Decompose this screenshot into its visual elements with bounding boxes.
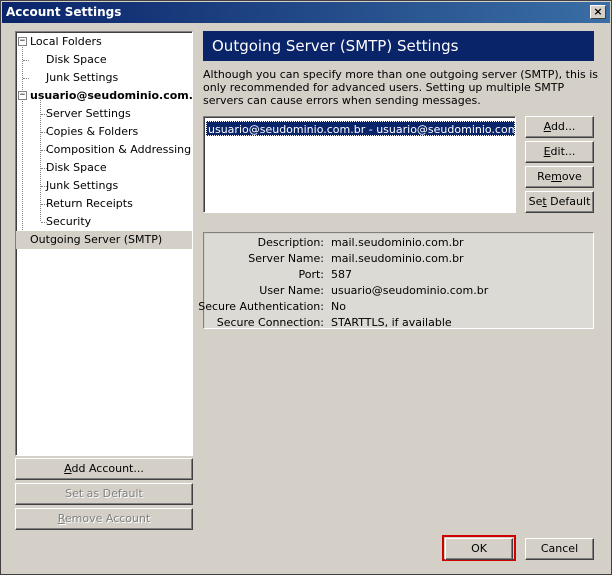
detail-row-description: Description: mail.seudominio.com.br: [205, 235, 594, 251]
cancel-button[interactable]: Cancel: [525, 538, 594, 560]
tree-item-local-folders[interactable]: − Local Folders: [16, 33, 192, 51]
collapse-icon[interactable]: −: [18, 37, 27, 46]
detail-row-secure-auth: Secure Authentication: No: [198, 299, 594, 315]
tree-item-return-receipts[interactable]: Return Receipts: [16, 195, 192, 213]
tree-item-account-disk-space[interactable]: Disk Space: [16, 159, 192, 177]
detail-label: Description:: [257, 236, 324, 249]
detail-value: No: [331, 300, 346, 313]
remove-account-button[interactable]: Remove Account: [15, 508, 193, 530]
panel-description: Although you can specify more than one o…: [203, 68, 599, 107]
tree-item-label: Security: [46, 215, 92, 228]
tree-item-server-settings[interactable]: Server Settings: [16, 105, 192, 123]
tree-item-label: Server Settings: [46, 107, 131, 120]
panel-title: Outgoing Server (SMTP) Settings: [203, 31, 594, 61]
detail-label: Server Name:: [248, 252, 324, 265]
detail-row-secure-connection: Secure Connection: STARTTLS, if availabl…: [205, 315, 594, 331]
tree-item-account-junk-settings[interactable]: Junk Settings: [16, 177, 192, 195]
detail-value: mail.seudominio.com.br: [331, 236, 464, 249]
account-tree[interactable]: − Local Folders Disk Space Junk Settings…: [15, 31, 193, 456]
edit-server-button[interactable]: Edit...: [525, 141, 594, 163]
close-icon[interactable]: ×: [590, 5, 606, 19]
window-title: Account Settings: [6, 5, 122, 19]
tree-item-label: Copies & Folders: [46, 125, 139, 138]
title-bar: Account Settings ×: [2, 2, 610, 23]
smtp-server-item[interactable]: usuario@seudominio.com.br - usuario@seud…: [206, 121, 515, 136]
tree-item-label: Outgoing Server (SMTP): [30, 233, 163, 246]
detail-value: STARTTLS, if available: [331, 316, 452, 329]
tree-item-label: Disk Space: [46, 53, 107, 66]
tree-item-label: Disk Space: [46, 161, 107, 174]
detail-row-user-name: User Name: usuario@seudominio.com.br: [205, 283, 594, 299]
detail-label: User Name:: [259, 284, 324, 297]
tree-item-security[interactable]: Security: [16, 213, 192, 231]
detail-value: 587: [331, 268, 352, 281]
tree-item-label: Return Receipts: [46, 197, 133, 210]
tree-item-outgoing-server[interactable]: Outgoing Server (SMTP): [16, 231, 192, 249]
add-account-button[interactable]: Add Account...: [15, 458, 193, 480]
tree-item-label: usuario@seudominio.com.br: [30, 89, 193, 102]
set-default-server-button[interactable]: Set Default: [525, 191, 594, 213]
detail-label: Secure Connection:: [216, 316, 324, 329]
tree-item-disk-space[interactable]: Disk Space: [16, 51, 192, 69]
tree-item-label: Local Folders: [30, 35, 102, 48]
detail-label: Port:: [298, 268, 324, 281]
ok-button[interactable]: OK: [445, 538, 513, 560]
add-server-button[interactable]: Add...: [525, 116, 594, 138]
smtp-server-list[interactable]: usuario@seudominio.com.br - usuario@seud…: [203, 116, 516, 213]
tree-item-copies-folders[interactable]: Copies & Folders: [16, 123, 192, 141]
remove-server-button[interactable]: Remove: [525, 166, 594, 188]
detail-label: Secure Authentication:: [198, 300, 324, 313]
detail-row-server-name: Server Name: mail.seudominio.com.br: [205, 251, 594, 267]
set-as-default-button[interactable]: Set as Default: [15, 483, 193, 505]
tree-item-label: Junk Settings: [46, 179, 119, 192]
server-details: Description: mail.seudominio.com.br Serv…: [198, 232, 594, 331]
tree-item-label: Composition & Addressing: [46, 143, 192, 156]
tree-item-junk-settings[interactable]: Junk Settings: [16, 69, 192, 87]
detail-value: usuario@seudominio.com.br: [331, 284, 489, 297]
collapse-icon[interactable]: −: [18, 91, 27, 100]
tree-item-label: Junk Settings: [46, 71, 119, 84]
tree-item-account[interactable]: − usuario@seudominio.com.br: [16, 87, 192, 105]
detail-row-port: Port: 587: [205, 267, 594, 283]
tree-item-composition[interactable]: Composition & Addressing: [16, 141, 192, 159]
detail-value: mail.seudominio.com.br: [331, 252, 464, 265]
